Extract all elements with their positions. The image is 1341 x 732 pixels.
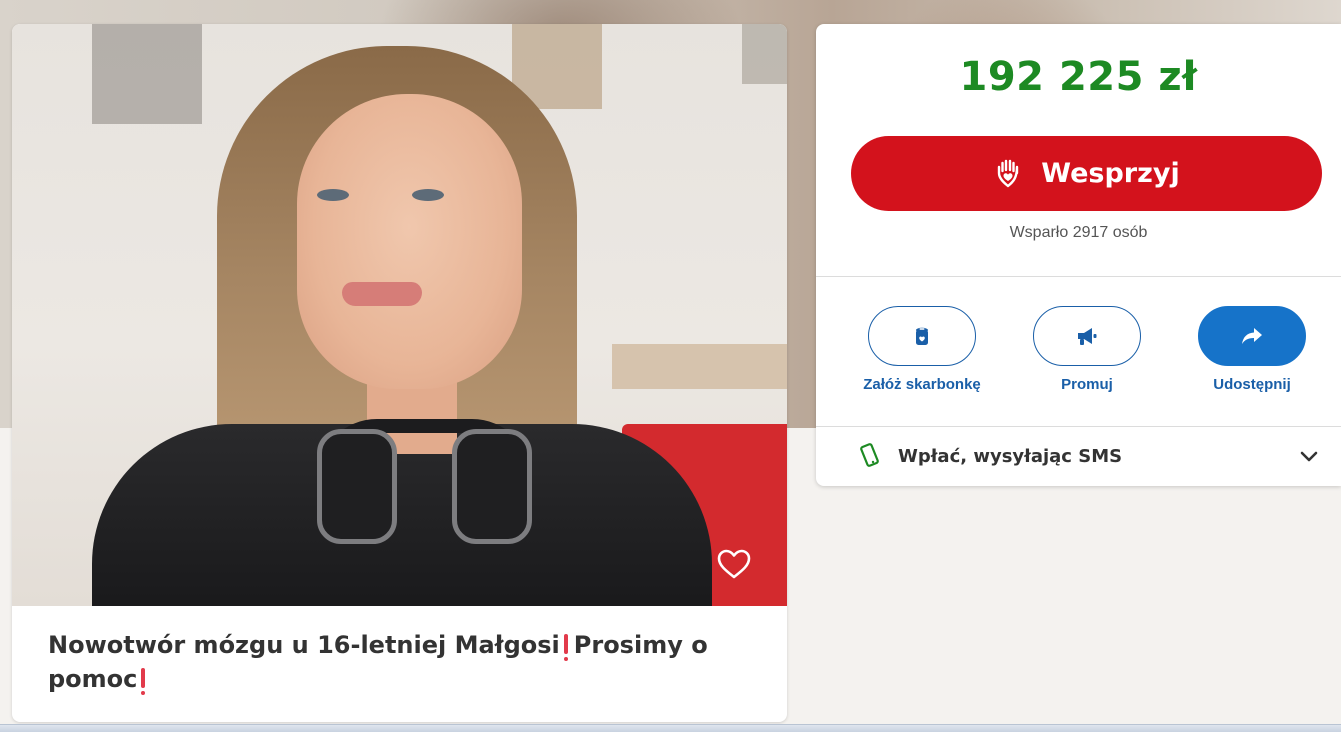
action-share[interactable]: Udostępnij <box>1187 306 1317 393</box>
piggy-bank-jar-icon <box>916 327 928 345</box>
mobile-phone-icon <box>860 443 879 467</box>
donation-panel: 192 225 zł Wesprzyj Wsparło 2917 osób Za… <box>816 24 1341 486</box>
support-button-label: Wesprzyj <box>1041 158 1180 189</box>
campaign-title[interactable]: Nowotwór mózgu u 16-letniej Małgosi Prosi… <box>48 628 708 696</box>
action-create-fundraiser[interactable]: Załóż skarbonkę <box>857 306 987 393</box>
support-button[interactable]: Wesprzyj <box>851 136 1322 211</box>
megaphone-icon <box>1078 328 1097 345</box>
share-button[interactable] <box>1198 306 1306 366</box>
campaign-title-part1: Nowotwór mózgu u 16-letniej Małgosi <box>48 631 560 659</box>
hand-heart-icon <box>998 159 1019 187</box>
raised-amount: 192 225 zł <box>959 54 1198 100</box>
chevron-down-icon <box>1300 451 1318 462</box>
supporters-count: Wsparło 2917 osób <box>1009 224 1148 241</box>
create-fundraiser-button[interactable] <box>868 306 976 366</box>
action-promote[interactable]: Promuj <box>1022 306 1152 393</box>
favorite-button[interactable] <box>714 544 754 584</box>
promote-button[interactable] <box>1033 306 1141 366</box>
heart-icon <box>717 549 751 579</box>
share-label: Udostępnij <box>1213 376 1291 393</box>
divider <box>816 276 1341 277</box>
campaign-photo[interactable] <box>12 24 787 606</box>
promote-label: Promuj <box>1061 376 1113 393</box>
sms-donation-toggle[interactable]: Wpłać, wysyłając SMS <box>816 427 1341 485</box>
create-fundraiser-label: Załóż skarbonkę <box>863 376 981 393</box>
share-arrow-icon <box>1242 328 1262 344</box>
campaign-card: Nowotwór mózgu u 16-letniej Małgosi Prosi… <box>12 24 787 722</box>
exclamation-icon <box>563 634 568 661</box>
bottom-edge <box>0 724 1341 732</box>
sms-donation-label: Wpłać, wysyłając SMS <box>898 445 1123 467</box>
exclamation-icon <box>141 668 146 695</box>
